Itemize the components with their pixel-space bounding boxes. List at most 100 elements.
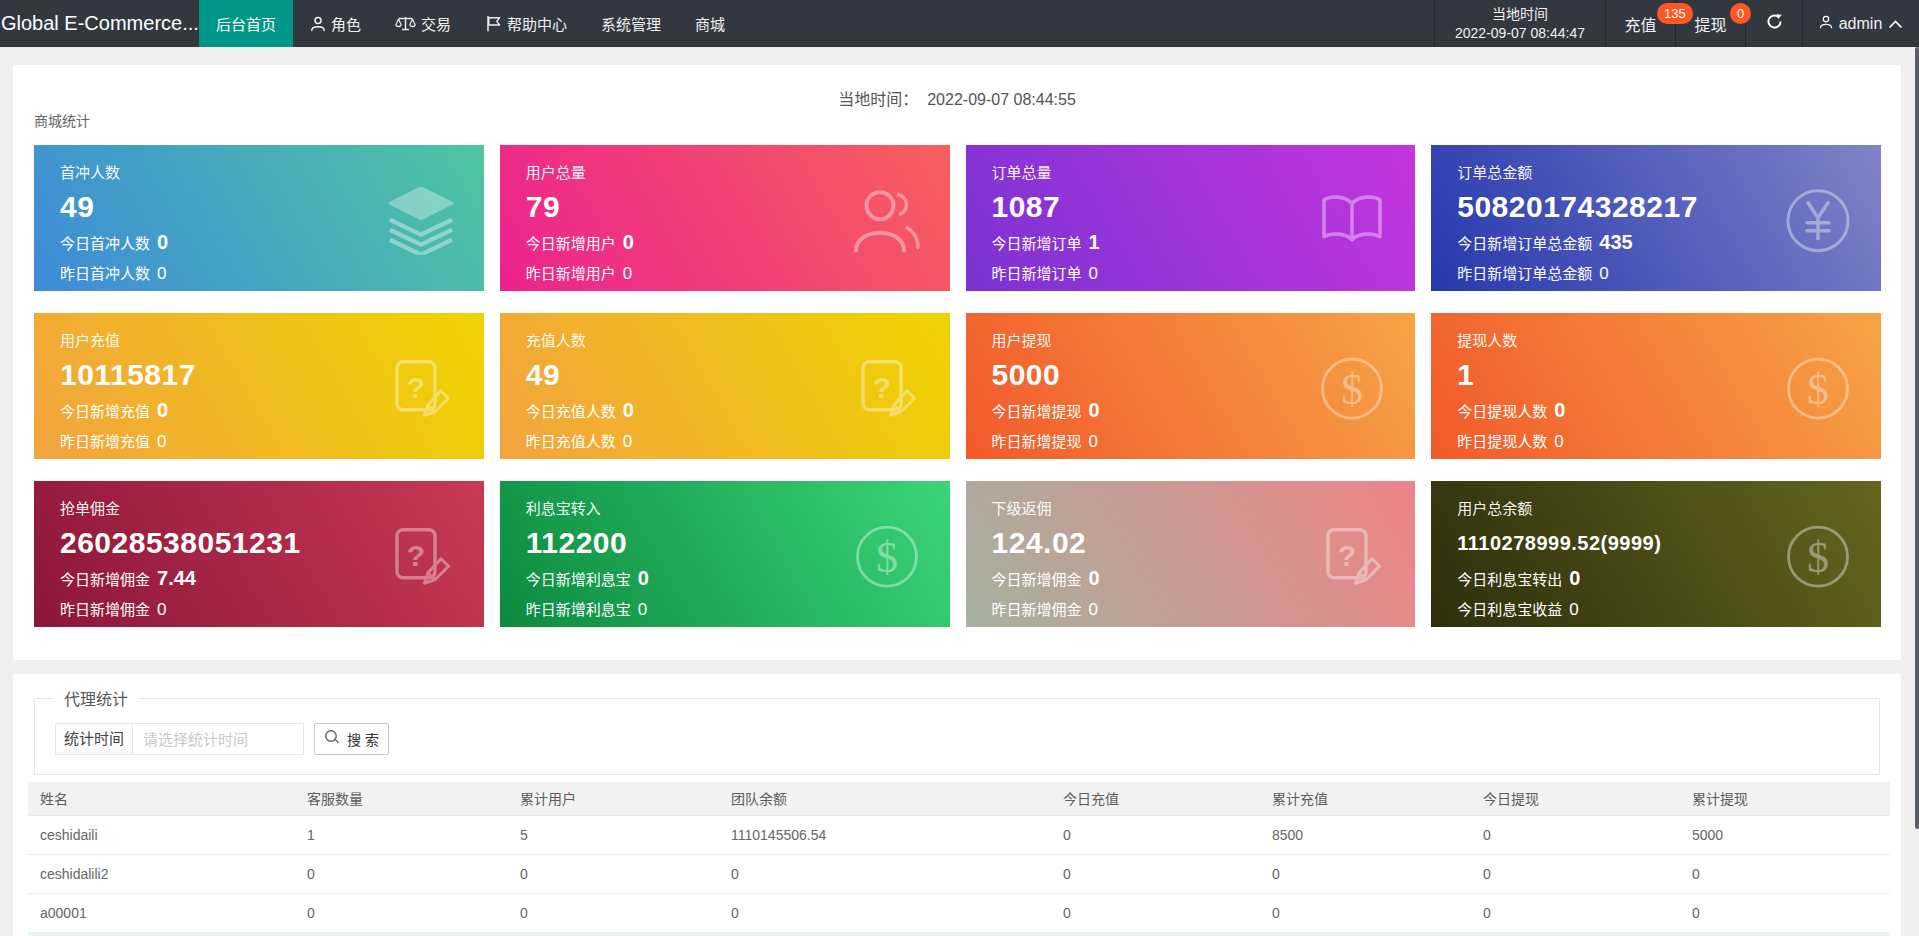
refresh-button[interactable] [1745, 0, 1802, 47]
dollar-circle-icon: $ [1785, 523, 1851, 591]
stat-card-yesterday-label: 昨日新增订单 [992, 264, 1082, 284]
doc-question-icon: ? [388, 523, 454, 591]
table-cell: ceshidaili [28, 815, 295, 854]
withdraw-label: 提现 [1694, 12, 1726, 36]
stat-card-title: 订单总金额 [1457, 164, 1855, 182]
stat-card-today-value: 0 [623, 232, 634, 252]
table-cell: 1 [295, 815, 508, 854]
user-icon [1819, 15, 1833, 33]
local-time-value: 2022-09-07 08:44:47 [1455, 24, 1585, 43]
svg-text:$: $ [1807, 533, 1829, 582]
table-cell: ceshidalili2 [28, 854, 295, 893]
stat-card-today-label: 今日充值人数 [526, 402, 616, 422]
nav-item-4[interactable]: 帮助中心 [468, 0, 584, 47]
stat-card-yesterday-value: 0 [1599, 264, 1608, 284]
stat-card-8: 提现人数 1 今日提现人数 0 昨日提现人数 0 $ [1431, 313, 1881, 459]
search-button[interactable]: 搜 索 [314, 723, 389, 755]
shop-statistics-title: 商城统计 [34, 110, 90, 130]
stat-card-yesterday-value: 0 [1089, 264, 1098, 284]
agent-statistics-fieldset: 代理统计 统计时间 搜 索 [34, 686, 1880, 775]
stat-card-title: 首冲人数 [60, 164, 458, 182]
stat-card-yesterday-value: 0 [1089, 600, 1098, 620]
table-cell: 0 [295, 893, 508, 932]
stat-card-yesterday-label: 昨日新增提现 [992, 432, 1082, 452]
stat-card-10: 利息宝转入 112200 今日新增利息宝 0 昨日新增利息宝 0 $ [500, 481, 950, 627]
stat-card-today-label: 今日新增提现 [992, 402, 1082, 422]
page-scrollbar-thumb[interactable] [1915, 47, 1919, 829]
stat-card-title: 充值人数 [526, 332, 924, 350]
table-header-cell: 客服数量 [295, 782, 508, 815]
stat-card-yesterday-label: 昨日提现人数 [1457, 432, 1547, 452]
stat-card-5: 用户充值 10115817 今日新增充值 0 昨日新增充值 0 ? [34, 313, 484, 459]
stat-card-today-value: 0 [1554, 400, 1565, 420]
table-cell: 0 [1680, 893, 1890, 932]
table-cell: 8500 [1260, 815, 1471, 854]
table-cell: 5000 [1680, 815, 1890, 854]
stat-card-yesterday-value: 0 [157, 264, 166, 284]
table-cell: 5 [508, 815, 719, 854]
stat-card-yesterday-line: 昨日新增用户 0 [526, 264, 924, 284]
nav-item-2[interactable]: 角色 [293, 0, 378, 47]
nav-item-6[interactable]: 商城 [678, 0, 742, 47]
stat-time-input[interactable] [133, 723, 304, 755]
recharge-link[interactable]: 充值 135 [1605, 0, 1675, 47]
refresh-icon [1766, 13, 1783, 34]
user-menu[interactable]: admin [1802, 0, 1919, 47]
stat-card-today-label: 今日利息宝转出 [1457, 570, 1562, 590]
nav-item-5[interactable]: 系统管理 [584, 0, 678, 47]
stat-card-yesterday-value: 0 [1569, 600, 1578, 620]
recharge-label: 充值 [1624, 12, 1656, 36]
stat-card-7: 用户提现 5000 今日新增提现 0 昨日新增提现 0 $ [966, 313, 1416, 459]
table-cell: 0 [1260, 893, 1471, 932]
stat-card-today-label: 今日首冲人数 [60, 234, 150, 254]
stat-card-title: 用户总量 [526, 164, 924, 182]
table-cell: 0 [1051, 815, 1260, 854]
search-button-label: 搜 索 [347, 729, 379, 749]
stat-card-yesterday-line: 昨日新增佣金 0 [60, 600, 458, 620]
agent-table-header-row: 姓名客服数量累计用户团队余额今日充值累计充值今日提现累计提现 [28, 782, 1890, 815]
nav-item-label: 后台首页 [216, 13, 276, 34]
filter-row: 统计时间 搜 索 [55, 723, 1879, 755]
table-header-cell: 今日充值 [1051, 782, 1260, 815]
stat-card-yesterday-label: 昨日新增佣金 [992, 600, 1082, 620]
stat-card-yesterday-line: 昨日新增充值 0 [60, 432, 458, 452]
stat-card-yesterday-value: 0 [638, 600, 647, 620]
nav-item-label: 交易 [421, 13, 451, 34]
svg-text:?: ? [407, 371, 425, 404]
stat-card-today-label: 今日新增订单 [992, 234, 1082, 254]
stat-card-12: 用户总余额 1110278999.52(9999) 今日利息宝转出 0 今日利息… [1431, 481, 1881, 627]
table-row: ceshidaili151110145506.540850005000 [28, 815, 1890, 854]
top-navbar: Global E-Commerce... 后台首页 角色 交易 帮助中心 系统管… [0, 0, 1919, 47]
doc-question-icon: ? [388, 355, 454, 423]
agent-statistics-panel: 代理统计 统计时间 搜 索 姓名客服数量累计用户团队余额今日充值累计充值今日提现… [13, 674, 1901, 936]
stat-card-title: 抢单佣金 [60, 500, 458, 518]
stat-card-today-label: 今日新增用户 [526, 234, 616, 254]
panel-local-time: 当地时间：2022-09-07 08:44:55 [13, 86, 1901, 110]
users-icon [854, 187, 920, 255]
username: admin [1839, 15, 1883, 33]
nav-item-3[interactable]: 交易 [378, 0, 468, 47]
table-cell: 0 [1051, 854, 1260, 893]
stat-time-label: 统计时间 [55, 723, 133, 755]
table-row: a000010000000 [28, 893, 1890, 932]
stat-card-3: 订单总量 1087 今日新增订单 1 昨日新增订单 0 [966, 145, 1416, 291]
panel-local-time-label: 当地时间： [838, 91, 918, 108]
table-cell: 0 [719, 893, 1051, 932]
agent-table: 姓名客服数量累计用户团队余额今日充值累计充值今日提现累计提现 ceshidail… [28, 782, 1890, 936]
chevron-up-icon [1888, 15, 1903, 33]
stat-card-today-value: 0 [157, 400, 168, 420]
stat-card-yesterday-label: 昨日新增佣金 [60, 600, 150, 620]
table-cell: 0 [1471, 815, 1680, 854]
book-icon [1319, 187, 1385, 255]
stat-card-title: 订单总量 [992, 164, 1390, 182]
dollar-circle-icon: $ [1785, 355, 1851, 423]
navbar-right: 当地时间 2022-09-07 08:44:47 充值 135 提现 0 adm… [1434, 0, 1919, 47]
svg-text:$: $ [1341, 365, 1363, 414]
stat-card-today-label: 今日新增佣金 [992, 570, 1082, 590]
stat-card-yesterday-value: 0 [1554, 432, 1563, 452]
dollar-circle-icon: $ [1319, 355, 1385, 423]
stat-card-yesterday-line: 昨日新增订单 0 [992, 264, 1390, 284]
agent-statistics-title: 代理统计 [54, 686, 138, 710]
stat-card-today-value: 0 [1089, 400, 1100, 420]
nav-item-1[interactable]: 后台首页 [199, 0, 293, 47]
